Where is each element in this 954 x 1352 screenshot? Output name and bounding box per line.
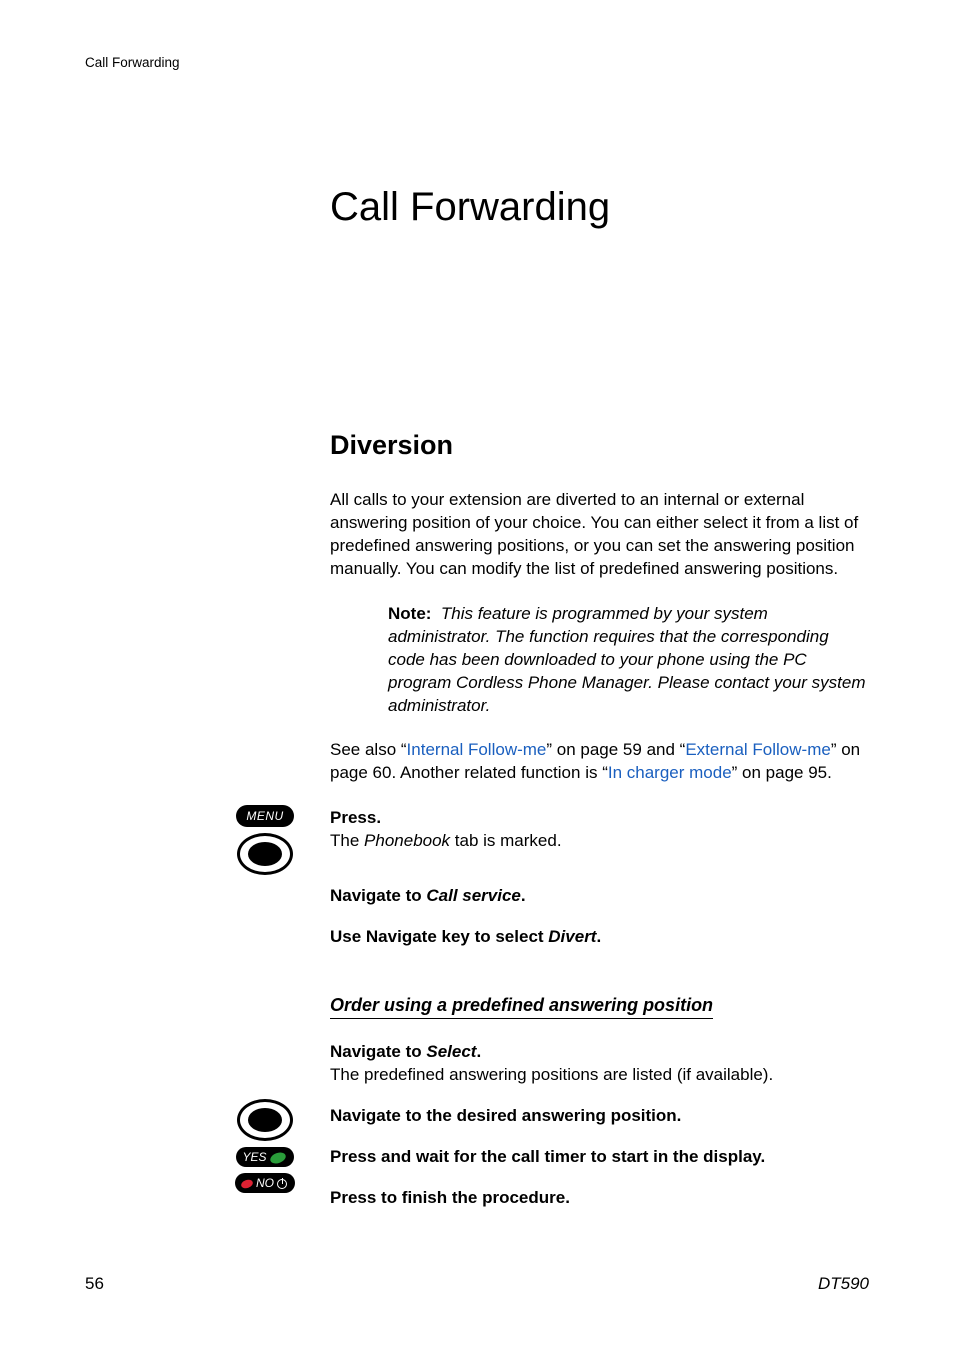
yes-key-icon: YES [236,1147,293,1167]
press-label: Press. [330,808,381,827]
nav-dv-pre: Use Navigate key to select [330,927,548,946]
no-key-icon: NO [235,1173,295,1193]
step-press: MENU Press. The Phonebook tab is marked. [330,807,869,853]
section-heading: Diversion [330,430,869,461]
step-nav-divert: Use Navigate key to select Divert. [330,926,869,949]
step-press-text: Press. The Phonebook tab is marked. [330,807,869,853]
yes-key-label: YES [242,1150,266,1164]
press-finish-text: Press to finish the procedure. [330,1187,869,1210]
footer: 56 DT590 [85,1274,869,1294]
nav-sel-sub: The predefined answering positions are l… [330,1065,773,1084]
step-press-wait: Press and wait for the call timer to sta… [330,1146,869,1169]
navigate-key-icon [237,1099,293,1141]
page-number: 56 [85,1274,104,1294]
seealso-post: ” on page 95. [732,763,832,782]
icon-column-2: YES NO [215,1099,315,1193]
nav-cs-pre: Navigate to [330,886,426,905]
note-body: This feature is programmed by your syste… [388,604,866,715]
link-external-follow-me[interactable]: External Follow-me [685,740,831,759]
model-label: DT590 [818,1274,869,1294]
seealso-pre: See also “ [330,740,407,759]
note-block: Note: This feature is programmed by your… [388,603,869,718]
see-also-paragraph: See also “Internal Follow-me” on page 59… [330,739,869,785]
press-rest-em: Phonebook [364,831,450,850]
link-in-charger-mode[interactable]: In charger mode [608,763,732,782]
navigate-key-icon [237,833,293,875]
subheading-order-predefined: Order using a predefined answering posit… [330,995,713,1019]
seealso-mid1: ” on page 59 and “ [546,740,685,759]
intro-paragraph: All calls to your extension are diverted… [330,489,869,581]
link-internal-follow-me[interactable]: Internal Follow-me [407,740,547,759]
nav-cs-post: . [521,886,526,905]
press-wait-text: Press and wait for the call timer to sta… [330,1146,869,1169]
running-head: Call Forwarding [85,55,869,70]
icon-column: MENU [215,805,315,875]
nav-callservice-text: Navigate to Call service. [330,885,869,908]
menu-key-icon: MENU [236,805,293,827]
nav-position-text: Navigate to the desired answering positi… [330,1105,869,1128]
step-nav-position: YES NO Navigate to the desired answering… [330,1105,869,1128]
page-title: Call Forwarding [330,185,869,230]
nav-divert-text: Use Navigate key to select Divert. [330,926,869,949]
page: Call Forwarding Call Forwarding Diversio… [0,0,954,1352]
nav-sel-pre: Navigate to [330,1042,426,1061]
nav-dv-post: . [596,927,601,946]
nav-select-text: Navigate to Select. The predefined answe… [330,1041,869,1087]
step-nav-select: Navigate to Select. The predefined answe… [330,1041,869,1087]
press-rest-post: tab is marked. [450,831,562,850]
content-area: Call Forwarding Diversion All calls to y… [330,185,869,1210]
nav-dv-em: Divert [548,927,596,946]
note-label: Note: [388,604,431,623]
nav-cs-em: Call service [426,886,521,905]
step-nav-callservice: Navigate to Call service. [330,885,869,908]
step-press-finish: Press to finish the procedure. [330,1187,869,1210]
no-key-label: NO [256,1176,274,1190]
nav-sel-em: Select [426,1042,476,1061]
nav-sel-post: . [476,1042,481,1061]
press-rest-pre: The [330,831,364,850]
